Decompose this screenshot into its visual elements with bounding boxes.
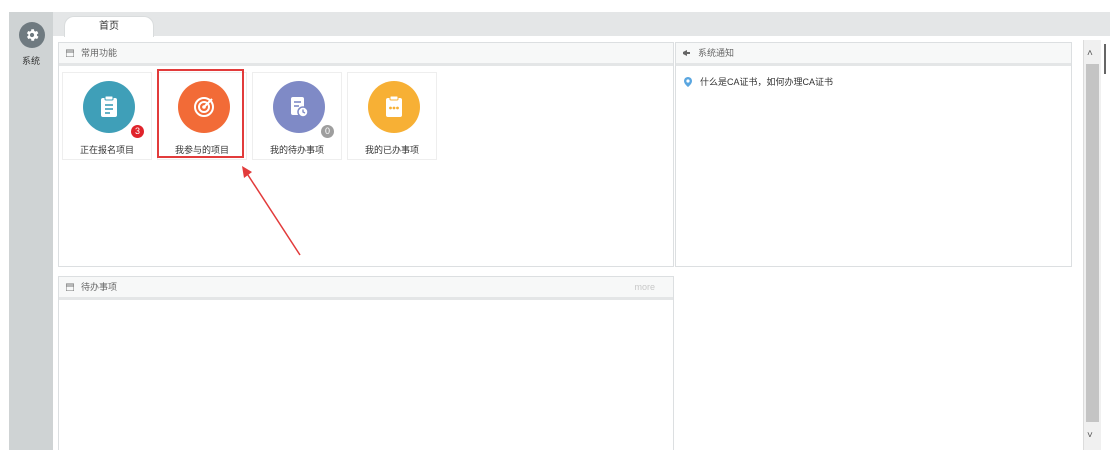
calendar-icon (66, 49, 74, 57)
tile-my-todo[interactable]: 0 我的待办事项 (252, 72, 342, 160)
notice-item-text[interactable]: 什么是CA证书，如何办理CA证书 (700, 75, 833, 88)
notice-item[interactable]: 什么是CA证书，如何办理CA证书 (684, 75, 833, 88)
tile-registering-projects[interactable]: 3 正在报名项目 (62, 72, 152, 160)
annotation-arrow (242, 166, 301, 256)
megaphone-icon (683, 50, 690, 56)
vertical-scrollbar[interactable]: ˄ ˅ (1083, 40, 1101, 450)
window-edge (1104, 44, 1109, 74)
panel-header: 系统通知 (676, 43, 1071, 66)
tile-label: 正在报名项目 (79, 145, 134, 155)
badge-count: 0 (321, 125, 334, 138)
panel-header: 常用功能 (59, 43, 673, 66)
location-pin-icon (684, 76, 692, 87)
gear-icon[interactable] (19, 22, 45, 48)
sidebar-system-label[interactable]: 系统 (9, 54, 53, 67)
tab-bar (53, 12, 1110, 36)
panel-title: 常用功能 (81, 48, 118, 58)
clipboard-icon (83, 81, 135, 133)
tile-label: 我的待办事项 (269, 145, 324, 155)
tab-home[interactable]: 首页 (64, 16, 154, 37)
document-clock-icon (273, 81, 325, 133)
scroll-up-icon[interactable]: ˄ (1087, 48, 1093, 59)
system-notice-panel: 系统通知 什么是CA证书，如何办理CA证书 (675, 42, 1072, 267)
clipboard-dots-icon (368, 81, 420, 133)
panel-header: 待办事项 more (59, 277, 673, 300)
scroll-down-icon[interactable]: ˅ (1087, 430, 1093, 441)
panel-title: 系统通知 (698, 48, 735, 58)
highlight-box (157, 69, 244, 158)
scrollbar-thumb[interactable] (1086, 64, 1099, 422)
tile-my-done[interactable]: 我的已办事项 (347, 72, 437, 160)
panel-title: 待办事项 (81, 282, 118, 292)
badge-count: 3 (131, 125, 144, 138)
more-link[interactable]: more (634, 277, 655, 297)
left-sidebar: 系统 (9, 12, 53, 450)
todo-panel: 待办事项 more (58, 276, 674, 450)
app-root: 系统 首页 常用功能 3 正在报名项目 我参与的项目 0 我的待办事项 我的已办… (0, 0, 1110, 450)
tile-label: 我的已办事项 (364, 145, 419, 155)
calendar-icon (66, 283, 74, 291)
